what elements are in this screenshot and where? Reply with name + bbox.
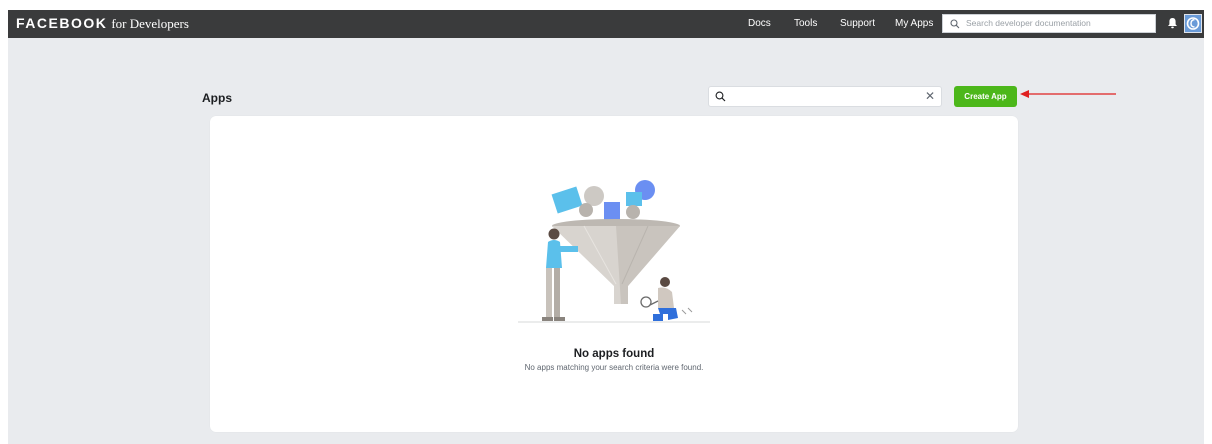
page-title: Apps: [202, 91, 232, 105]
nav-support[interactable]: Support: [840, 18, 875, 29]
nav-docs[interactable]: Docs: [748, 18, 771, 29]
top-navigation-bar: FACEBOOK for Developers Docs Tools Suppor…: [8, 10, 1204, 38]
nav-tools[interactable]: Tools: [794, 18, 817, 29]
search-icon: [715, 91, 726, 102]
empty-state-title: No apps found: [573, 348, 655, 360]
nav-my-apps[interactable]: My Apps: [895, 18, 933, 29]
brand-sub: for Developers: [111, 16, 189, 31]
avatar-icon: [1185, 15, 1201, 32]
documentation-search-input[interactable]: Search developer documentation: [942, 14, 1156, 33]
annotation-arrow: [1020, 90, 1116, 98]
create-app-button[interactable]: Create App: [954, 86, 1017, 107]
brand-main: FACEBOOK: [16, 15, 108, 31]
clear-icon[interactable]: ✕: [925, 90, 935, 102]
bell-icon[interactable]: [1167, 17, 1178, 29]
funnel-illustration: [518, 180, 710, 323]
documentation-search-placeholder: Search developer documentation: [966, 18, 1091, 28]
browser-frame: FACEBOOK for Developers Docs Tools Suppor…: [8, 10, 1204, 444]
search-icon: [950, 19, 960, 29]
facebook-developers-logo[interactable]: FACEBOOK for Developers: [16, 15, 189, 33]
empty-state-subtitle: No apps matching your search criteria we…: [524, 363, 704, 372]
avatar[interactable]: [1184, 14, 1202, 33]
apps-search-input[interactable]: ✕: [708, 86, 942, 107]
apps-list-panel: No apps found No apps matching your sear…: [210, 116, 1018, 432]
